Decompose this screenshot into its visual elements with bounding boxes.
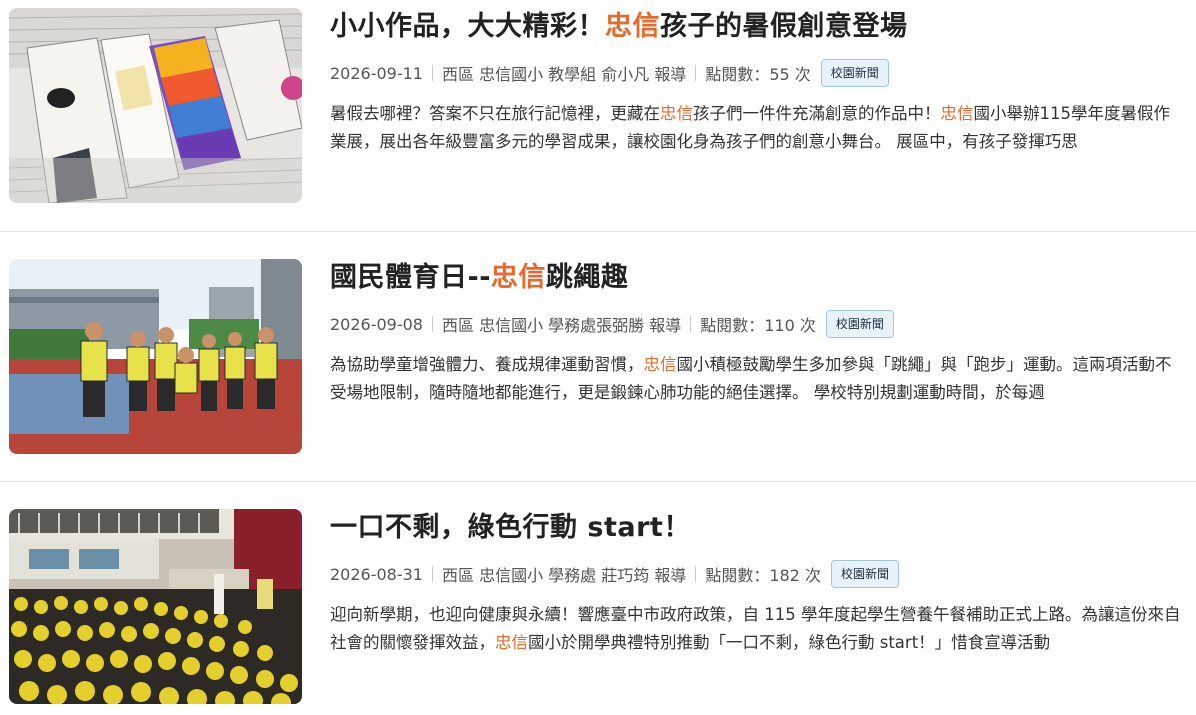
title-text: 孩子的暑假創意登場 bbox=[660, 11, 908, 42]
assembly-hall-photo bbox=[9, 509, 302, 704]
title-text: 跳繩趣 bbox=[545, 262, 629, 293]
meta-divider bbox=[695, 566, 697, 582]
excerpt-highlight: 忠信 bbox=[660, 104, 693, 123]
news-excerpt: 暑假去哪裡？答案不只在旅行記憶裡，更藏在忠信孩子們一件件充滿創意的作品中！忠信國… bbox=[330, 100, 1182, 156]
meta-divider bbox=[431, 566, 433, 582]
news-views: 點閱數：110 次 bbox=[700, 316, 816, 335]
news-title[interactable]: 國民體育日--忠信跳繩趣 bbox=[330, 259, 1182, 299]
excerpt-text: 國小於開學典禮特別推動「一口不剩，綠色行動 start！」惜食宣導活動 bbox=[528, 633, 1051, 652]
news-source: 西區 忠信國小 學務處 莊巧筠 報導 bbox=[441, 566, 687, 585]
news-meta: 2026-09-08 西區 忠信國小 學務處張弼勝 報導 點閱數：110 次 校… bbox=[330, 309, 1182, 339]
news-thumbnail[interactable] bbox=[9, 259, 302, 454]
excerpt-text: 暑假去哪裡？答案不只在旅行記憶裡，更藏在 bbox=[330, 104, 660, 123]
news-views: 點閱數：55 次 bbox=[705, 65, 811, 84]
news-thumbnail[interactable] bbox=[9, 8, 302, 203]
title-highlight: 忠信 bbox=[490, 262, 546, 293]
meta-divider bbox=[695, 65, 697, 81]
title-text: 一口不剩，綠色行動 start！ bbox=[330, 512, 691, 543]
news-meta: 2026-08-31 西區 忠信國小 學務處 莊巧筠 報導 點閱數：182 次 … bbox=[330, 559, 1182, 589]
excerpt-highlight: 忠信 bbox=[495, 633, 528, 652]
news-item: 小小作品，大大精彩！忠信孩子的暑假創意登場 2026-09-11 西區 忠信國小… bbox=[0, 8, 1196, 240]
news-title[interactable]: 一口不剩，綠色行動 start！ bbox=[330, 509, 1182, 549]
bookmark-artwork-photo bbox=[9, 8, 302, 203]
news-item: 國民體育日--忠信跳繩趣 2026-09-08 西區 忠信國小 學務處張弼勝 報… bbox=[0, 259, 1196, 491]
excerpt-highlight: 忠信 bbox=[940, 104, 974, 123]
students-jump-rope-photo bbox=[9, 259, 302, 454]
meta-divider bbox=[431, 65, 433, 81]
meta-divider bbox=[431, 316, 433, 332]
news-excerpt: 為協助學童增強體力、養成規律運動習慣，忠信國小積極鼓勵學生多加參與「跳繩」與「跑… bbox=[330, 351, 1182, 407]
news-source: 西區 忠信國小 教學組 俞小凡 報導 bbox=[441, 65, 687, 84]
news-title[interactable]: 小小作品，大大精彩！忠信孩子的暑假創意登場 bbox=[330, 8, 1182, 48]
divider bbox=[0, 481, 1196, 482]
divider bbox=[0, 231, 1196, 232]
excerpt-text: 為協助學童增強體力、養成規律運動習慣， bbox=[330, 355, 644, 374]
news-meta: 2026-09-11 西區 忠信國小 教學組 俞小凡 報導 點閱數：55 次 校… bbox=[330, 58, 1182, 88]
title-highlight: 忠信 bbox=[605, 11, 660, 42]
news-date: 2026-09-08 bbox=[330, 314, 423, 334]
category-tag[interactable]: 校園新聞 bbox=[820, 59, 889, 87]
news-item: 一口不剩，綠色行動 start！ 2026-08-31 西區 忠信國小 學務處 … bbox=[0, 509, 1196, 715]
category-tag[interactable]: 校園新聞 bbox=[830, 560, 899, 588]
news-views: 點閱數：182 次 bbox=[705, 566, 821, 585]
excerpt-highlight: 忠信 bbox=[643, 355, 677, 374]
news-content: 小小作品，大大精彩！忠信孩子的暑假創意登場 2026-09-11 西區 忠信國小… bbox=[330, 8, 1182, 156]
news-date: 2026-09-11 bbox=[330, 63, 423, 83]
category-tag[interactable]: 校園新聞 bbox=[825, 310, 894, 338]
news-date: 2026-08-31 bbox=[330, 564, 423, 584]
title-text: 小小作品，大大精彩！ bbox=[330, 11, 605, 42]
meta-divider bbox=[690, 316, 692, 332]
news-source: 西區 忠信國小 學務處張弼勝 報導 bbox=[441, 316, 682, 335]
news-content: 國民體育日--忠信跳繩趣 2026-09-08 西區 忠信國小 學務處張弼勝 報… bbox=[330, 259, 1182, 407]
excerpt-text: 孩子們一件件充滿創意的作品中！ bbox=[693, 104, 941, 123]
news-thumbnail[interactable] bbox=[9, 509, 302, 704]
news-excerpt: 迎向新學期，也迎向健康與永續！響應臺中市政府政策，自 115 學年度起學生營養午… bbox=[330, 601, 1182, 657]
title-text: 國民體育日-- bbox=[330, 262, 491, 293]
news-list: 小小作品，大大精彩！忠信孩子的暑假創意登場 2026-09-11 西區 忠信國小… bbox=[0, 0, 1196, 715]
news-content: 一口不剩，綠色行動 start！ 2026-08-31 西區 忠信國小 學務處 … bbox=[330, 509, 1182, 657]
